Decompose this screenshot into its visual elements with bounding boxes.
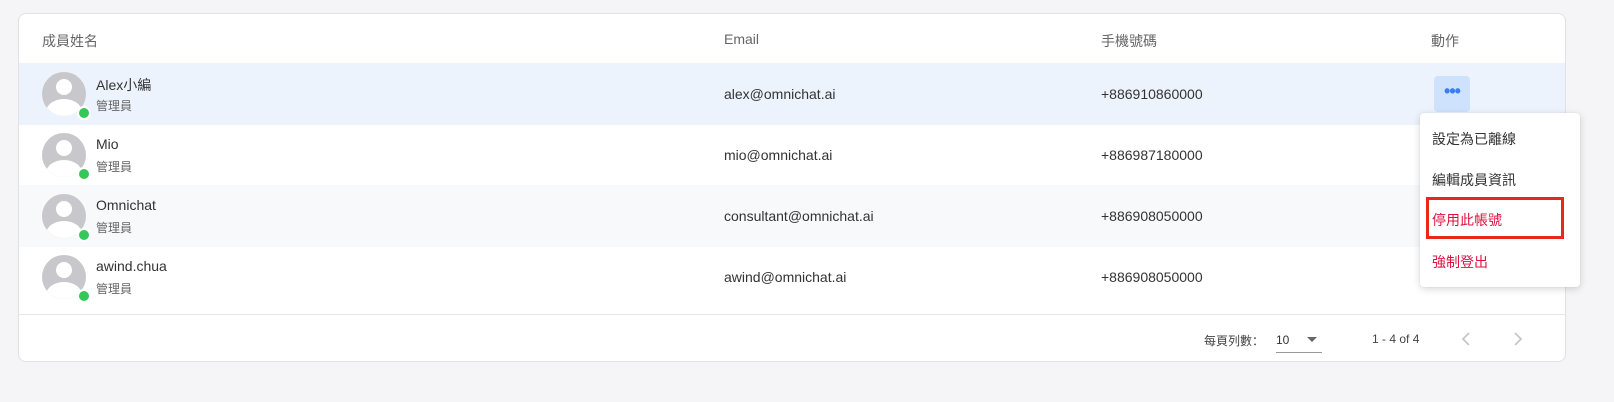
table-row[interactable]: Mio 管理員 mio@omnichat.ai +886987180000 [19, 124, 1565, 186]
rows-per-page-value: 10 [1276, 333, 1290, 347]
more-actions-button[interactable]: ••• [1434, 76, 1470, 112]
rows-per-page-select[interactable]: 10 [1276, 327, 1322, 353]
online-status-dot [77, 167, 91, 181]
member-phone: +886987180000 [1101, 147, 1203, 163]
table-header: 成員姓名 Email 手機號碼 動作 [19, 14, 1565, 65]
online-status-dot [77, 289, 91, 303]
menu-item-label: 設定為已離線 [1432, 131, 1516, 147]
online-status-dot [77, 106, 91, 120]
menu-item-set-offline[interactable]: 設定為已離線 [1420, 118, 1580, 154]
member-phone: +886910860000 [1101, 86, 1203, 102]
table-row[interactable]: Omnichat 管理員 consultant@omnichat.ai +886… [19, 185, 1565, 247]
member-name: Mio [96, 136, 119, 152]
member-email: alex@omnichat.ai [724, 86, 836, 102]
row-actions-menu: 設定為已離線 編輯成員資訊 停用此帳號 強制登出 [1420, 113, 1580, 287]
member-role: 管理員 [96, 282, 133, 296]
menu-item-force-logout[interactable]: 強制登出 [1420, 241, 1580, 277]
next-page-button[interactable] [1506, 328, 1528, 350]
pagination-range: 1 - 4 of 4 [1372, 332, 1420, 346]
online-status-dot [77, 228, 91, 242]
menu-item-label: 停用此帳號 [1432, 212, 1502, 228]
header-actions: 動作 [1431, 33, 1459, 49]
rows-per-page-label: 每頁列數： [1204, 334, 1265, 348]
member-name: Omnichat [96, 197, 156, 213]
menu-item-label: 編輯成員資訊 [1432, 172, 1516, 188]
caret-down-icon [1307, 337, 1317, 342]
header-name: 成員姓名 [42, 33, 98, 49]
member-email: mio@omnichat.ai [724, 147, 833, 163]
member-email: consultant@omnichat.ai [724, 208, 874, 224]
header-phone: 手機號碼 [1101, 33, 1157, 49]
previous-page-button[interactable] [1456, 328, 1478, 350]
member-name: Alex小編 [96, 77, 152, 93]
menu-item-edit-member[interactable]: 編輯成員資訊 [1420, 159, 1580, 195]
member-email: awind@omnichat.ai [724, 269, 847, 285]
member-role: 管理員 [96, 160, 133, 174]
member-phone: +886908050000 [1101, 269, 1203, 285]
member-role: 管理員 [96, 99, 133, 113]
table-row[interactable]: Alex小編 管理員 alex@omnichat.ai +88691086000… [19, 63, 1565, 125]
chevron-right-icon [1514, 332, 1523, 346]
member-phone: +886908050000 [1101, 208, 1203, 224]
members-table-card: 成員姓名 Email 手機號碼 動作 Alex小編 管理員 alex@omnic… [18, 13, 1566, 362]
header-email: Email [724, 31, 760, 47]
menu-item-label: 強制登出 [1432, 254, 1488, 270]
member-role: 管理員 [96, 221, 133, 235]
menu-item-disable-account[interactable]: 停用此帳號 [1426, 197, 1564, 239]
table-pagination: 每頁列數： 10 1 - 4 of 4 [19, 314, 1565, 361]
chevron-left-icon [1461, 332, 1470, 346]
member-name: awind.chua [96, 258, 167, 274]
table-row[interactable]: awind.chua 管理員 awind@omnichat.ai +886908… [19, 246, 1565, 308]
